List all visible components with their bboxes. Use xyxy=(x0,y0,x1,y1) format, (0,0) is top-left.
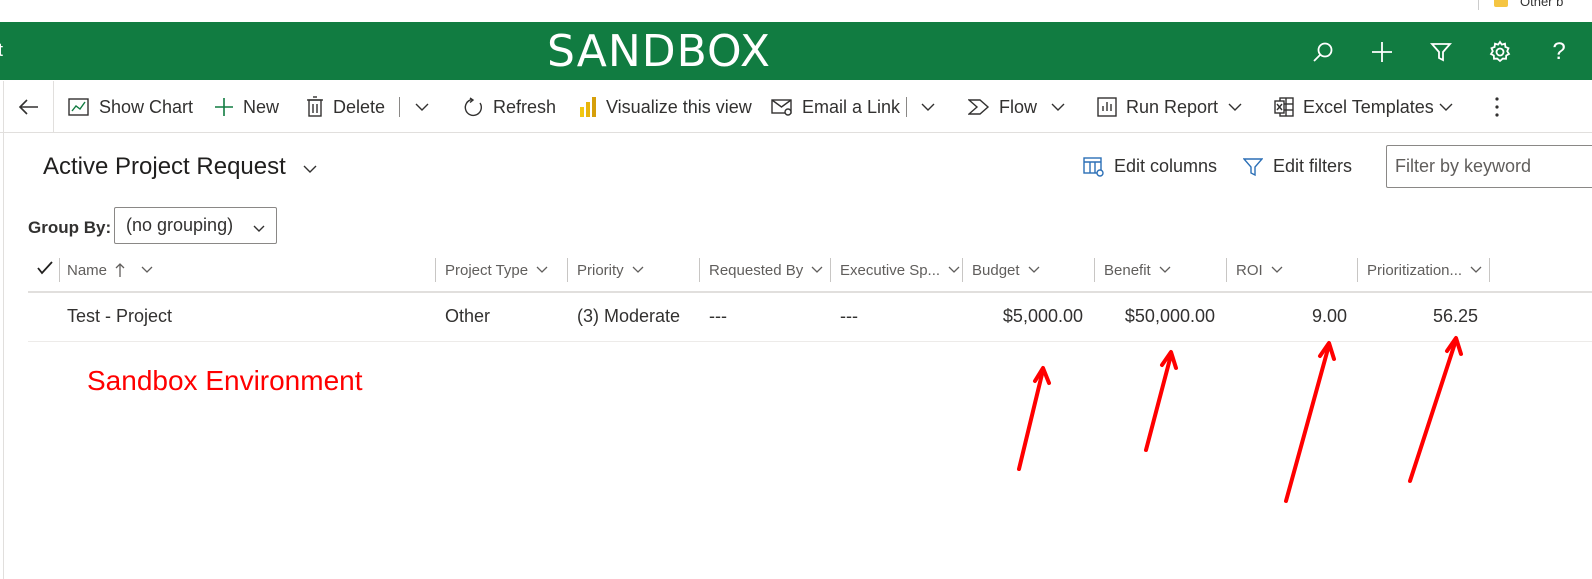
annotation-arrow-prioritization xyxy=(1408,336,1463,483)
annotation-arrows xyxy=(1017,336,1463,503)
annotation-arrow-roi xyxy=(1284,341,1336,503)
annotation-arrow-benefit xyxy=(1144,350,1178,452)
annotation-arrow-budget xyxy=(1017,366,1051,471)
